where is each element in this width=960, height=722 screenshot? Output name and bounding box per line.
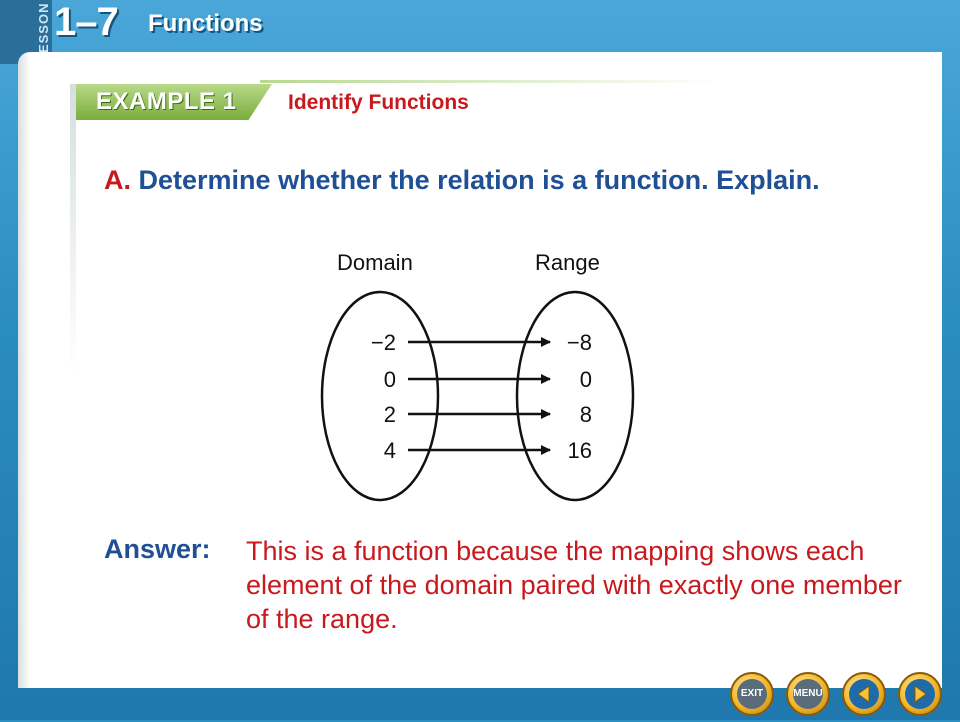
range-value: 8 (580, 402, 592, 427)
exit-button[interactable]: EXIT (730, 672, 774, 716)
lesson-header: LESSON 1–7 Functions (0, 0, 960, 64)
domain-label: Domain (337, 250, 413, 275)
question: A. Determine whether the relation is a f… (104, 164, 884, 197)
range-value: −8 (567, 330, 592, 355)
lesson-number: 1–7 (54, 0, 119, 44)
range-label: Range (535, 250, 600, 275)
left-arrow-icon (857, 685, 870, 703)
next-button-face (905, 679, 935, 709)
answer-text: This is a function because the mapping s… (246, 536, 902, 634)
example-title: Identify Functions (288, 91, 469, 114)
lesson-title: Functions (148, 10, 263, 37)
domain-value: 4 (384, 438, 396, 463)
question-letter: A. (104, 165, 131, 195)
example-side-line (70, 84, 76, 374)
domain-value: 0 (384, 367, 396, 392)
mapping-diagram: −2 0 2 4 −8 0 8 16 (320, 290, 635, 502)
previous-button[interactable] (842, 672, 886, 716)
domain-oval (320, 290, 440, 502)
next-button[interactable] (898, 672, 942, 716)
answer-label: Answer: (104, 534, 211, 564)
slide-edge-shade (18, 52, 30, 688)
menu-button[interactable]: MENU (786, 672, 830, 716)
range-value: 0 (580, 367, 592, 392)
example-label: EXAMPLE 1 (96, 88, 237, 115)
menu-button-label: MENU (793, 679, 823, 709)
example-divider-line (260, 80, 720, 83)
right-arrow-icon (914, 685, 927, 703)
question-text: Determine whether the relation is a func… (138, 165, 820, 195)
exit-button-label: EXIT (737, 679, 767, 709)
domain-value: −2 (371, 330, 396, 355)
previous-button-face (849, 679, 879, 709)
domain-value: 2 (384, 402, 396, 427)
range-value: 16 (568, 438, 592, 463)
range-oval (515, 290, 635, 502)
